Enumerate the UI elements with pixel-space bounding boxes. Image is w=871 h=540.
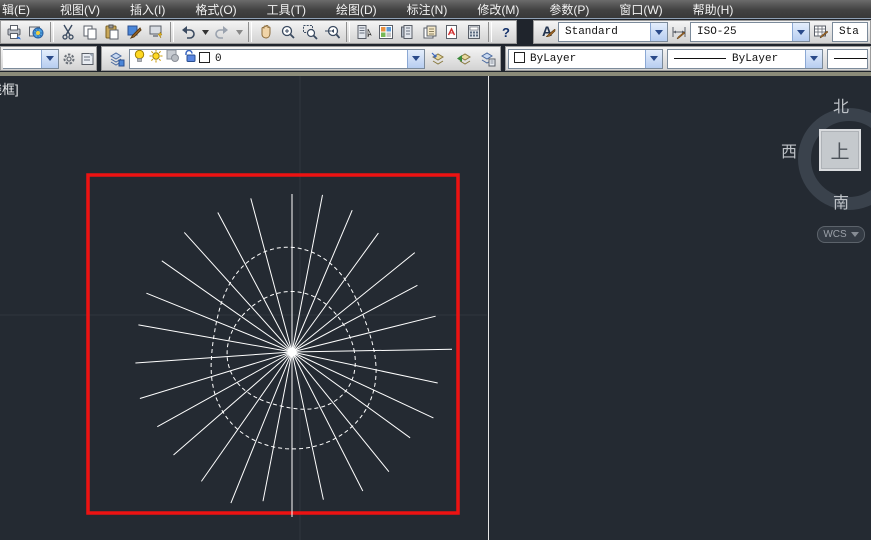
bulb-on-icon[interactable]	[133, 49, 146, 68]
toolbar-row-1: ? A Standard ISO-25 Sta	[0, 19, 871, 45]
zoom-window-icon[interactable]	[299, 21, 321, 43]
drawing-canvas[interactable]: 线框] 北 西 南 上 WCS	[0, 72, 871, 540]
menu-parametric[interactable]: 参数(P)	[547, 1, 591, 18]
toolbar-row-2: 0 ByLayer ByLayer	[0, 45, 871, 72]
make-object-layer-current-icon[interactable]	[425, 48, 450, 70]
viewcube-west-label[interactable]: 西	[781, 138, 797, 162]
menu-help[interactable]: 帮助(H)	[691, 1, 736, 18]
layers-toolbar: 0	[101, 46, 501, 71]
menu-bar: 辑(E) 视图(V) 插入(I) 格式(O) 工具(T) 绘图(D) 标注(N)…	[0, 0, 871, 19]
sheetset-manager-icon[interactable]	[419, 21, 441, 43]
layer-previous-icon[interactable]	[450, 48, 475, 70]
markup-manager-icon[interactable]	[441, 21, 463, 43]
menu-modify[interactable]: 修改(M)	[475, 1, 521, 18]
undo-icon[interactable]	[177, 21, 199, 43]
lineweight-select[interactable]	[827, 48, 868, 69]
zoom-realtime-icon[interactable]	[277, 21, 299, 43]
standard-toolbar: ?	[0, 20, 517, 44]
plot-icon[interactable]	[3, 21, 25, 43]
autocad-window: 辑(E) 视图(V) 插入(I) 格式(O) 工具(T) 绘图(D) 标注(N)…	[0, 0, 871, 540]
cad-drawing	[0, 76, 489, 540]
block-editor-icon[interactable]	[145, 21, 167, 43]
linetype-select[interactable]: ByLayer	[667, 48, 823, 69]
properties-icon[interactable]	[353, 21, 375, 43]
menu-view[interactable]: 视图(V)	[58, 1, 102, 18]
separator	[248, 22, 252, 42]
text-style-icon[interactable]: A	[536, 21, 558, 43]
separator	[488, 22, 492, 42]
viewcube-south-label[interactable]: 南	[833, 189, 849, 213]
redo-icon[interactable]	[211, 21, 233, 43]
freeze-icon[interactable]	[166, 49, 180, 68]
workspaces-toolbar	[0, 46, 97, 71]
color-select[interactable]: ByLayer	[508, 48, 663, 69]
color-swatch[interactable]	[199, 50, 210, 68]
dim-style-select[interactable]: ISO-25	[690, 22, 810, 42]
layer-properties-icon[interactable]	[104, 48, 129, 70]
text-style-select[interactable]: Standard	[558, 22, 668, 42]
redo-dropdown-icon[interactable]	[233, 21, 245, 43]
workspace-select[interactable]	[3, 48, 59, 69]
separator	[170, 22, 174, 42]
sun-on-icon[interactable]	[149, 49, 163, 68]
properties-toolbar: ByLayer ByLayer	[505, 46, 871, 71]
chevron-down-icon	[850, 232, 859, 237]
cut-icon[interactable]	[57, 21, 79, 43]
help-icon[interactable]: ?	[495, 21, 517, 43]
chevron-down-icon[interactable]	[805, 49, 822, 68]
copy-icon[interactable]	[79, 21, 101, 43]
separator	[50, 22, 54, 42]
chevron-down-icon[interactable]	[650, 23, 667, 41]
viewport-control-label[interactable]: 线框]	[0, 79, 19, 98]
wcs-button[interactable]: WCS	[817, 226, 865, 243]
my-workspace-icon[interactable]	[78, 48, 97, 70]
dim-style-icon[interactable]	[668, 21, 690, 43]
separator	[346, 22, 350, 42]
menu-format[interactable]: 格式(O)	[193, 1, 238, 18]
chevron-down-icon[interactable]	[407, 49, 424, 68]
paste-icon[interactable]	[101, 21, 123, 43]
match-properties-icon[interactable]	[123, 21, 145, 43]
linetype-sample	[674, 58, 726, 59]
menu-window[interactable]: 窗口(W)	[617, 1, 664, 18]
designcenter-icon[interactable]	[375, 21, 397, 43]
menu-tools[interactable]: 工具(T)	[265, 1, 308, 18]
viewcube-top-face[interactable]: 上	[819, 129, 861, 171]
table-style-select[interactable]: Sta	[832, 22, 868, 42]
styles-toolbar: A Standard ISO-25 Sta	[533, 20, 871, 44]
viewcube-north-label[interactable]: 北	[833, 93, 849, 117]
layer-select[interactable]: 0	[129, 48, 425, 69]
menu-insert[interactable]: 插入(I)	[128, 1, 167, 18]
chevron-down-icon[interactable]	[41, 49, 58, 68]
menu-edit[interactable]: 辑(E)	[0, 1, 32, 18]
menu-draw[interactable]: 绘图(D)	[334, 1, 379, 18]
unlock-icon[interactable]	[183, 49, 196, 68]
quickcalc-icon[interactable]	[463, 21, 485, 43]
undo-dropdown-icon[interactable]	[199, 21, 211, 43]
chevron-down-icon[interactable]	[645, 49, 662, 68]
tool-palettes-icon[interactable]	[397, 21, 419, 43]
chevron-down-icon[interactable]	[792, 23, 809, 41]
menu-dimension[interactable]: 标注(N)	[405, 1, 450, 18]
workspace-settings-gear-icon[interactable]	[59, 48, 78, 70]
pan-icon[interactable]	[255, 21, 277, 43]
layer-name: 0	[215, 52, 222, 65]
lineweight-sample	[834, 58, 867, 59]
color-swatch	[514, 50, 525, 68]
publish-icon[interactable]	[25, 21, 47, 43]
table-style-icon[interactable]	[810, 21, 832, 43]
zoom-previous-icon[interactable]	[321, 21, 343, 43]
layer-states-icon[interactable]	[475, 48, 500, 70]
